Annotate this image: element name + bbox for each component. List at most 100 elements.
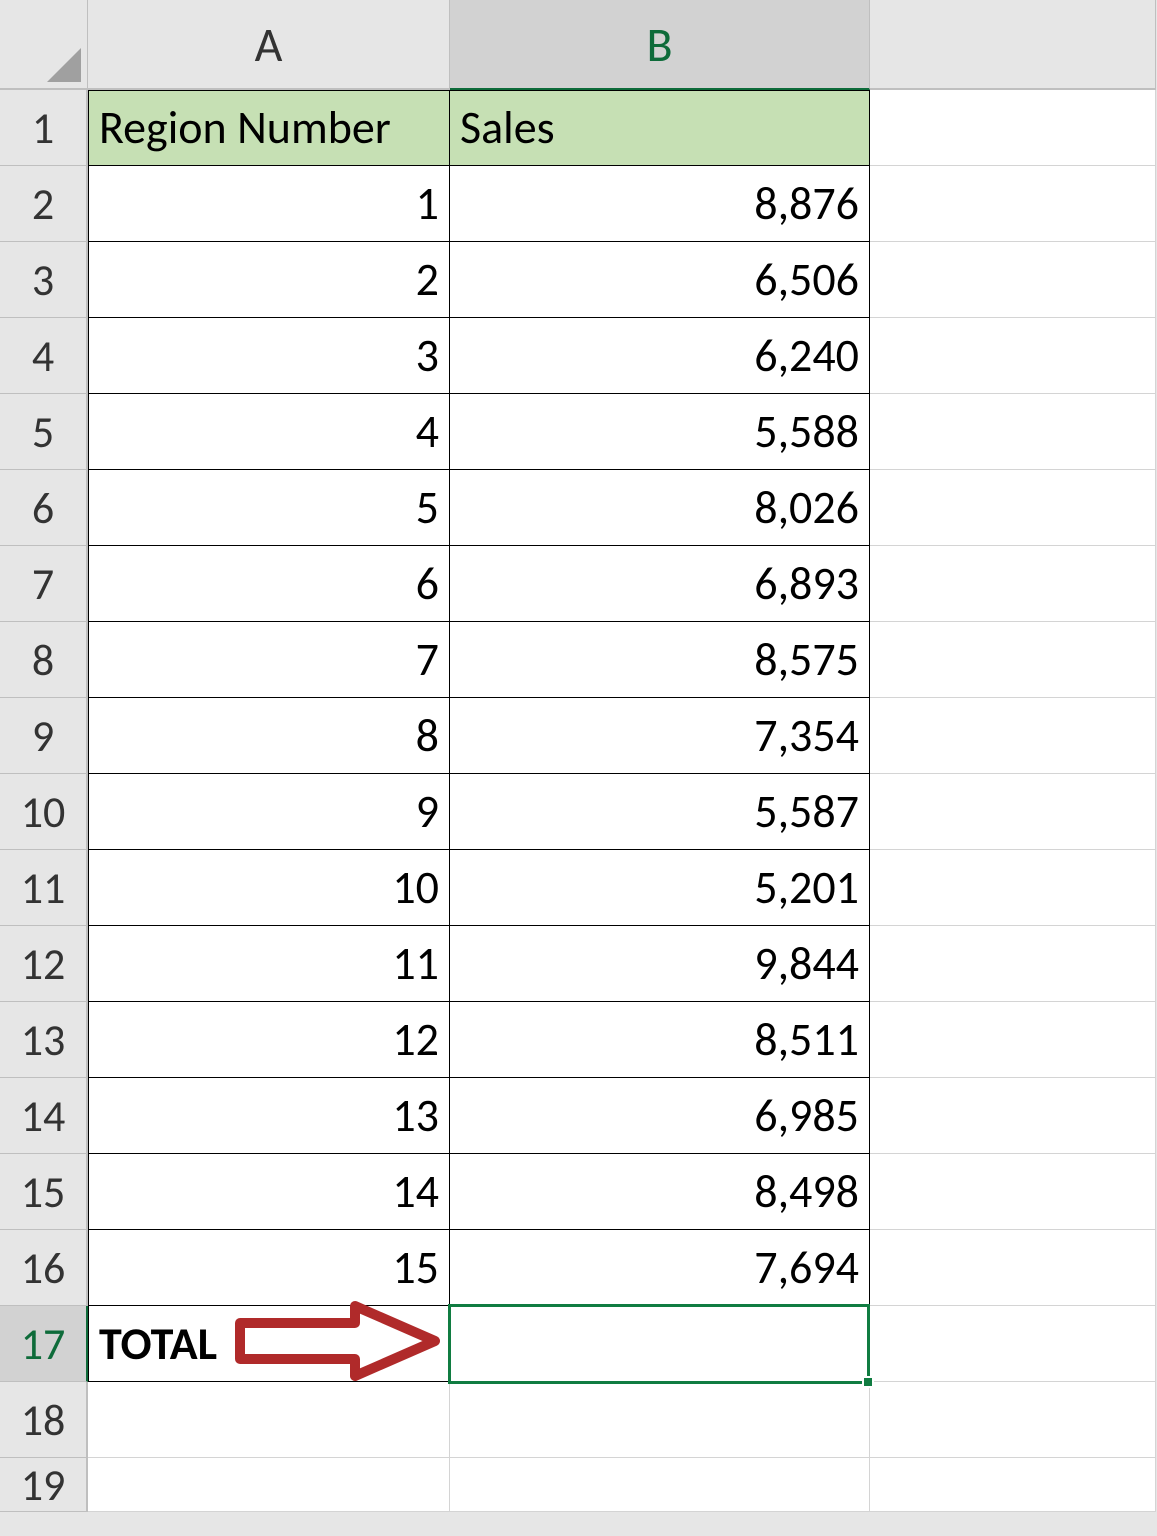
- table-row: 7 6 6,893: [0, 546, 1157, 622]
- cell-B8[interactable]: 8,575: [450, 622, 870, 698]
- select-all-corner[interactable]: [0, 0, 88, 90]
- cell-B9[interactable]: 7,354: [450, 698, 870, 774]
- cell-B11[interactable]: 5,201: [450, 850, 870, 926]
- row-header-2[interactable]: 2: [0, 166, 88, 242]
- cell-B1[interactable]: Sales: [450, 90, 870, 166]
- cell-A5[interactable]: 4: [88, 394, 450, 470]
- cell-B2[interactable]: 8,876: [450, 166, 870, 242]
- cell-B4[interactable]: 6,240: [450, 318, 870, 394]
- cell-B3[interactable]: 6,506: [450, 242, 870, 318]
- table-row: 10 9 5,587: [0, 774, 1157, 850]
- column-header-C[interactable]: [870, 0, 1156, 90]
- table-row: 14 13 6,985: [0, 1078, 1157, 1154]
- cell-A6[interactable]: 5: [88, 470, 450, 546]
- cell-C6[interactable]: [870, 470, 1156, 546]
- row-header-6[interactable]: 6: [0, 470, 88, 546]
- cell-C12[interactable]: [870, 926, 1156, 1002]
- row-header-13[interactable]: 13: [0, 1002, 88, 1078]
- cell-C7[interactable]: [870, 546, 1156, 622]
- row-header-12[interactable]: 12: [0, 926, 88, 1002]
- row-header-8[interactable]: 8: [0, 622, 88, 698]
- cell-C13[interactable]: [870, 1002, 1156, 1078]
- table-row: 9 8 7,354: [0, 698, 1157, 774]
- row-header-17[interactable]: 17: [0, 1306, 88, 1382]
- cell-A17[interactable]: TOTAL: [88, 1306, 450, 1382]
- cell-A14[interactable]: 13: [88, 1078, 450, 1154]
- cell-B19[interactable]: [450, 1458, 870, 1512]
- column-header-A[interactable]: A: [88, 0, 450, 90]
- cell-C17[interactable]: [870, 1306, 1156, 1382]
- cell-C10[interactable]: [870, 774, 1156, 850]
- row-header-7[interactable]: 7: [0, 546, 88, 622]
- table-row: 12 11 9,844: [0, 926, 1157, 1002]
- row-header-1[interactable]: 1: [0, 90, 88, 166]
- cell-A1[interactable]: Region Number: [88, 90, 450, 166]
- row-header-14[interactable]: 14: [0, 1078, 88, 1154]
- cell-A3[interactable]: 2: [88, 242, 450, 318]
- table-row: 2 1 8,876: [0, 166, 1157, 242]
- cell-A12[interactable]: 11: [88, 926, 450, 1002]
- table-row: 1 Region Number Sales: [0, 90, 1157, 166]
- cell-B10[interactable]: 5,587: [450, 774, 870, 850]
- spreadsheet: A B 1 Region Number Sales 2 1 8,876 3 2 …: [0, 0, 1157, 1536]
- cell-A18[interactable]: [88, 1382, 450, 1458]
- cell-A11[interactable]: 10: [88, 850, 450, 926]
- cell-C4[interactable]: [870, 318, 1156, 394]
- cell-A13[interactable]: 12: [88, 1002, 450, 1078]
- cell-C2[interactable]: [870, 166, 1156, 242]
- row-header-11[interactable]: 11: [0, 850, 88, 926]
- cell-C19[interactable]: [870, 1458, 1156, 1512]
- table-row: 16 15 7,694: [0, 1230, 1157, 1306]
- cell-B17[interactable]: [450, 1306, 870, 1382]
- cell-C9[interactable]: [870, 698, 1156, 774]
- row-header-16[interactable]: 16: [0, 1230, 88, 1306]
- table-row: 18: [0, 1382, 1157, 1458]
- row-header-3[interactable]: 3: [0, 242, 88, 318]
- cell-A16[interactable]: 15: [88, 1230, 450, 1306]
- row-header-10[interactable]: 10: [0, 774, 88, 850]
- row-header-19[interactable]: 19: [0, 1458, 88, 1512]
- table-row: 3 2 6,506: [0, 242, 1157, 318]
- table-row: 4 3 6,240: [0, 318, 1157, 394]
- cell-A2[interactable]: 1: [88, 166, 450, 242]
- row-header-5[interactable]: 5: [0, 394, 88, 470]
- row-header-18[interactable]: 18: [0, 1382, 88, 1458]
- cell-C16[interactable]: [870, 1230, 1156, 1306]
- cell-C18[interactable]: [870, 1382, 1156, 1458]
- cell-B7[interactable]: 6,893: [450, 546, 870, 622]
- column-header-row: A B: [0, 0, 1157, 90]
- grid-body: 1 Region Number Sales 2 1 8,876 3 2 6,50…: [0, 90, 1157, 1512]
- cell-C14[interactable]: [870, 1078, 1156, 1154]
- cell-A7[interactable]: 6: [88, 546, 450, 622]
- cell-B16[interactable]: 7,694: [450, 1230, 870, 1306]
- cell-C5[interactable]: [870, 394, 1156, 470]
- cell-A19[interactable]: [88, 1458, 450, 1512]
- row-header-15[interactable]: 15: [0, 1154, 88, 1230]
- cell-A8[interactable]: 7: [88, 622, 450, 698]
- select-all-triangle-icon: [47, 48, 81, 82]
- table-row: 19: [0, 1458, 1157, 1512]
- cell-A15[interactable]: 14: [88, 1154, 450, 1230]
- cell-B15[interactable]: 8,498: [450, 1154, 870, 1230]
- cell-C15[interactable]: [870, 1154, 1156, 1230]
- cell-B6[interactable]: 8,026: [450, 470, 870, 546]
- cell-B13[interactable]: 8,511: [450, 1002, 870, 1078]
- cell-A9[interactable]: 8: [88, 698, 450, 774]
- cell-A10[interactable]: 9: [88, 774, 450, 850]
- table-row: 6 5 8,026: [0, 470, 1157, 546]
- cell-C1[interactable]: [870, 90, 1156, 166]
- cell-A4[interactable]: 3: [88, 318, 450, 394]
- row-header-4[interactable]: 4: [0, 318, 88, 394]
- cell-B14[interactable]: 6,985: [450, 1078, 870, 1154]
- cell-B12[interactable]: 9,844: [450, 926, 870, 1002]
- cell-C3[interactable]: [870, 242, 1156, 318]
- cell-B18[interactable]: [450, 1382, 870, 1458]
- table-row: 13 12 8,511: [0, 1002, 1157, 1078]
- row-header-9[interactable]: 9: [0, 698, 88, 774]
- cell-C11[interactable]: [870, 850, 1156, 926]
- cell-B5[interactable]: 5,588: [450, 394, 870, 470]
- column-header-B[interactable]: B: [450, 0, 870, 90]
- table-row: 8 7 8,575: [0, 622, 1157, 698]
- cell-C8[interactable]: [870, 622, 1156, 698]
- table-row: 11 10 5,201: [0, 850, 1157, 926]
